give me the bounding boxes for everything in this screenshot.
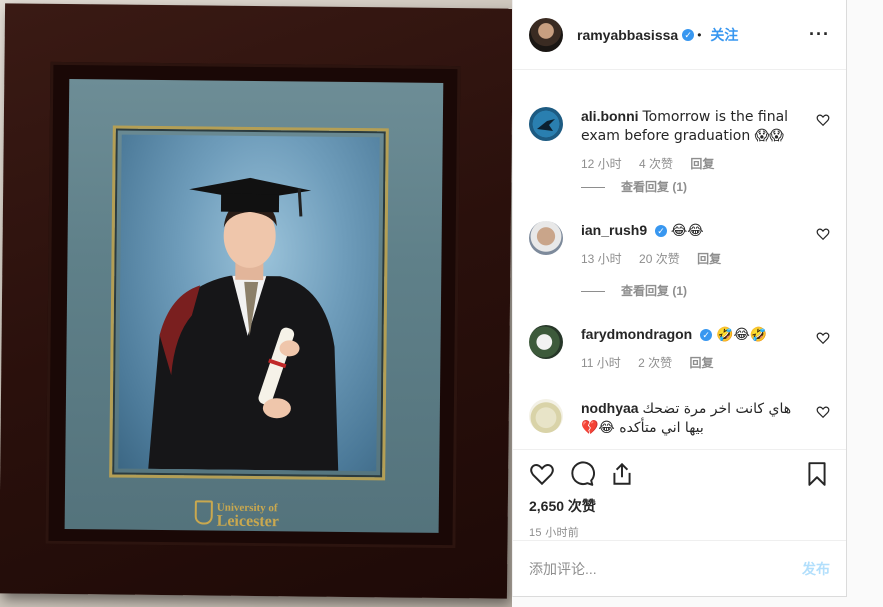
- commenter-avatar[interactable]: [529, 221, 563, 255]
- frame-inner: University of Leicester: [45, 61, 461, 549]
- view-replies-label: 查看回复 (1): [621, 284, 688, 298]
- comment-time[interactable]: 11 小时: [581, 356, 621, 370]
- mat-gold-border: [109, 125, 389, 481]
- commenter-avatar[interactable]: [529, 399, 563, 433]
- comment-text: 🤣😂🤣: [716, 327, 768, 343]
- comment-meta: 13 小时 20 次赞 回复: [581, 250, 800, 268]
- heart-outline-icon[interactable]: [816, 331, 830, 345]
- view-replies-button[interactable]: 查看回复 (1): [581, 282, 687, 299]
- crest-shield-icon: [194, 500, 213, 525]
- comment-bubble-icon[interactable]: [569, 461, 595, 487]
- heart-outline-icon[interactable]: [816, 227, 830, 241]
- comment-body: nodhyaa هاي كانت اخر مرة تضحك بيها اني م…: [581, 399, 800, 437]
- comment-likes[interactable]: 20 次赞: [639, 252, 680, 266]
- view-replies-button[interactable]: 查看回复 (1): [581, 178, 687, 195]
- verified-badge-icon: ✓: [682, 28, 695, 41]
- comment-input[interactable]: [529, 560, 802, 577]
- commenter-avatar[interactable]: [529, 325, 563, 359]
- frame-mat: University of Leicester: [64, 79, 444, 533]
- add-comment-bar: 发布: [513, 540, 846, 596]
- reply-button[interactable]: 回复: [690, 356, 714, 370]
- verified-badge-icon: ✓: [655, 225, 668, 238]
- comment-body: ali.bonni Tomorrow is the final exam bef…: [581, 107, 800, 173]
- owner-info: ramyabbasissa ✓ • 关注: [577, 25, 738, 45]
- owner-avatar[interactable]: [529, 17, 563, 52]
- replies-line: [581, 291, 605, 293]
- commenter-username[interactable]: ali.bonni: [581, 108, 639, 124]
- commenter-username[interactable]: ian_rush9: [581, 222, 647, 238]
- comment-time[interactable]: 12 小时: [581, 157, 622, 171]
- save-bookmark-icon[interactable]: [804, 461, 830, 487]
- comment-likes[interactable]: 2 次赞: [638, 356, 672, 370]
- view-replies-label: 查看回复 (1): [621, 180, 688, 194]
- post-comment-button[interactable]: 发布: [802, 559, 830, 579]
- post-side-panel: ramyabbasissa ✓ • 关注 ··· ali.bonni Tomor…: [512, 0, 847, 597]
- verified-badge-icon: ✓: [700, 329, 713, 342]
- graduate-figure: [148, 177, 339, 471]
- graduation-portrait: [118, 134, 380, 472]
- post-header: ramyabbasissa ✓ • 关注 ···: [513, 0, 846, 70]
- post-photo[interactable]: University of Leicester: [0, 0, 512, 607]
- comment-text: 😂😂: [670, 223, 704, 239]
- action-icons-row: [529, 460, 830, 488]
- post-time[interactable]: 15 小时前: [529, 524, 830, 540]
- comment-body: farydmondragon ✓ 🤣😂🤣 11 小时 2 次赞 回复: [581, 325, 800, 372]
- comments-list[interactable]: ali.bonni Tomorrow is the final exam bef…: [513, 71, 846, 448]
- diver-silhouette-icon: [537, 119, 555, 131]
- follow-button[interactable]: 关注: [710, 25, 738, 45]
- likes-count[interactable]: 2,650 次赞: [529, 496, 830, 516]
- commenter-username[interactable]: farydmondragon: [581, 326, 692, 342]
- post-actions: 2,650 次赞 15 小时前: [513, 449, 846, 541]
- comment-meta: 12 小时 4 次赞 回复: [581, 155, 800, 173]
- reply-button[interactable]: 回复: [697, 252, 721, 266]
- like-heart-icon[interactable]: [529, 461, 555, 487]
- commenter-username[interactable]: nodhyaa: [581, 400, 639, 416]
- replies-line: [581, 187, 605, 189]
- share-icon[interactable]: [609, 461, 635, 487]
- commenter-avatar[interactable]: [529, 107, 563, 141]
- reply-button[interactable]: 回复: [690, 157, 714, 171]
- more-options-icon[interactable]: ···: [809, 24, 830, 45]
- comment-body: ian_rush9 ✓ 😂😂 13 小时 20 次赞 回复: [581, 221, 800, 268]
- picture-frame: University of Leicester: [0, 3, 512, 599]
- owner-username[interactable]: ramyabbasissa: [577, 27, 678, 43]
- comment-likes[interactable]: 4 次赞: [639, 157, 673, 171]
- heart-outline-icon[interactable]: [816, 113, 830, 127]
- university-crest: University of Leicester: [194, 500, 279, 530]
- comment-time[interactable]: 13 小时: [581, 252, 622, 266]
- heart-outline-icon[interactable]: [816, 405, 830, 419]
- comment-meta: 11 小时 2 次赞 回复: [581, 354, 800, 372]
- dot-separator: •: [697, 27, 702, 42]
